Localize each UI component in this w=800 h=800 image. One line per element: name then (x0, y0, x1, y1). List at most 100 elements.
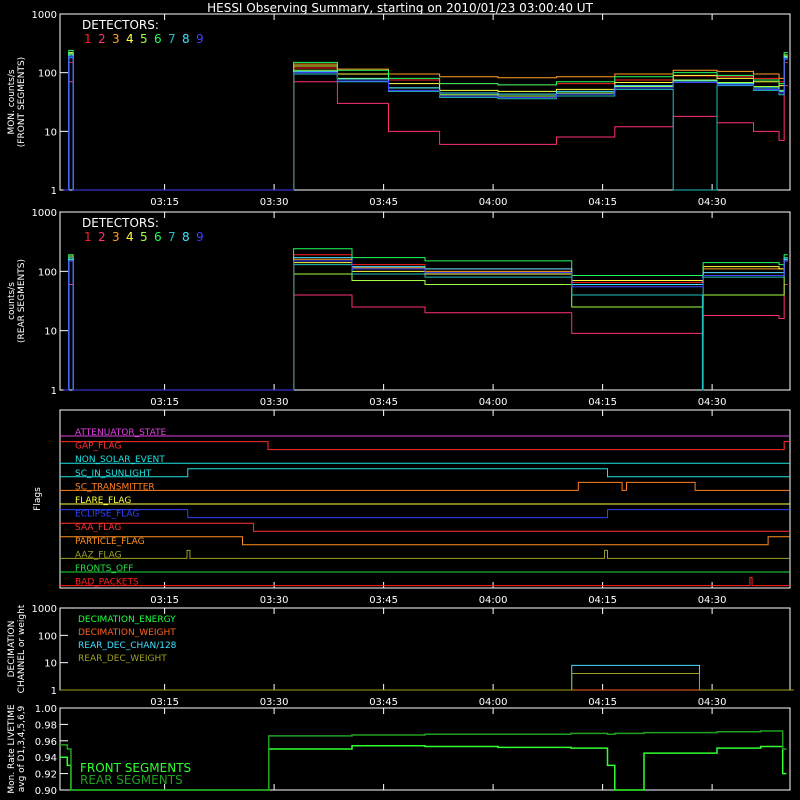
flags-xtick-label: 04:30 (698, 595, 727, 606)
decimation-series-3 (60, 664, 794, 691)
rear-series-6 (63, 248, 788, 391)
rear-legend-item-1: 1 (84, 230, 92, 244)
rear-series-7 (63, 257, 788, 391)
front-ylabel: MON. counts/s (7, 69, 17, 134)
livetime-ytick-label: 0.94 (35, 753, 57, 764)
front-xtick-label: 03:45 (369, 197, 398, 208)
flags-xtick-label: 03:30 (260, 595, 289, 606)
livetime-ytick-label: 0.96 (35, 737, 57, 748)
front-series-2 (63, 81, 788, 191)
livetime-ytick-label: 0.98 (35, 720, 57, 731)
decimation-legend-item: DECIMATION_ENERGY (78, 615, 176, 625)
rear-legend-item-4: 4 (126, 230, 134, 244)
flag-label: PARTICLE_FLAG (75, 537, 145, 547)
front-legend-item-8: 8 (182, 32, 190, 46)
rear-legend-title: DETECTORS: (82, 216, 159, 230)
flag-label: GAP_FLAG (75, 442, 121, 452)
livetime-ylabel: avg of D1,3,4,5,6,9 (17, 705, 27, 792)
decimation-xtick-label: 04:30 (698, 697, 727, 708)
decimation-ytick-label: 100 (38, 631, 57, 642)
decimation-legend-item: REAR_DEC_CHAN/128 (78, 641, 177, 651)
rear-legend-item-6: 6 (154, 230, 162, 244)
front-legend-item-4: 4 (126, 32, 134, 46)
livetime-legend-item: REAR SEGMENTS (80, 773, 183, 787)
front-ylabel: (FRONT SEGMENTS) (17, 57, 27, 147)
front-ytick-label: 1000 (32, 10, 57, 21)
flags-xtick-label: 04:15 (588, 595, 617, 606)
decimation-series-4 (60, 673, 794, 691)
flags-ylabel: Flags (33, 487, 43, 511)
front-legend-item-3: 3 (112, 32, 120, 46)
flags-xtick-label: 04:00 (479, 595, 508, 606)
rear-series-2 (63, 283, 788, 391)
flag-line (60, 536, 790, 546)
front-xtick-label: 04:15 (588, 197, 617, 208)
decimation-xtick-label: 04:15 (588, 697, 617, 708)
livetime-ytick-label: 0.92 (35, 770, 57, 781)
flag-line (60, 509, 790, 519)
front-legend-item-9: 9 (196, 32, 204, 46)
flags-frame (59, 409, 791, 589)
decimation-ytick-label: 1000 (32, 604, 57, 615)
decimation-ytick-label: 10 (44, 659, 57, 670)
flag-line (60, 577, 790, 587)
front-ytick-label: 1 (51, 186, 57, 197)
front-ytick-label: 10 (44, 127, 57, 138)
front-xtick-label: 04:00 (479, 197, 508, 208)
livetime-ylabel: Mon. Rate LIVETIME (7, 704, 17, 794)
rear-series-3 (63, 255, 788, 391)
front-xtick-label: 03:30 (260, 197, 289, 208)
rear-series-5 (63, 258, 788, 391)
figure: HESSI Observing Summary, starting on 201… (7, 1, 794, 797)
rear-ytick-label: 10 (44, 327, 57, 338)
flag-label: SAA_FLAG (75, 523, 121, 533)
rear-ytick-label: 1 (51, 386, 57, 397)
rear-legend-item-8: 8 (182, 230, 190, 244)
flag-label: ECLIPSE_FLAG (75, 510, 139, 520)
front-legend-item-2: 2 (98, 32, 106, 46)
decimation-xtick-label: 03:15 (150, 697, 179, 708)
front-xtick-label: 03:15 (150, 197, 179, 208)
rear-legend-item-9: 9 (196, 230, 204, 244)
decimation-ytick-label: 1 (51, 686, 57, 697)
decimation-xtick-label: 04:00 (479, 697, 508, 708)
decimation-legend-item: REAR_DEC_WEIGHT (78, 654, 167, 664)
decimation-ylabel: DECIMATION (7, 621, 17, 678)
rear-xtick-label: 03:45 (369, 397, 398, 408)
flag-line (60, 468, 790, 478)
rear-xtick-label: 04:30 (698, 397, 727, 408)
front-series-6 (63, 49, 788, 191)
rear-xtick-label: 03:15 (150, 397, 179, 408)
flag-line (60, 522, 790, 532)
front-legend-item-7: 7 (168, 32, 176, 46)
flag-line (60, 481, 790, 491)
flag-line (60, 441, 790, 451)
decimation-ylabel: CHANNEL or weight (17, 604, 27, 693)
front-ytick-label: 100 (38, 69, 57, 80)
rear-xtick-label: 04:00 (479, 397, 508, 408)
rear-legend-item-7: 7 (168, 230, 176, 244)
rear-legend-item-5: 5 (140, 230, 148, 244)
front-series-7 (63, 57, 788, 191)
chart-title: HESSI Observing Summary, starting on 201… (207, 1, 593, 15)
rear-xtick-label: 03:30 (260, 397, 289, 408)
rear-ytick-label: 100 (38, 267, 57, 278)
livetime-ytick-label: 0.90 (35, 786, 57, 797)
rear-legend-item-3: 3 (112, 230, 120, 244)
front-xtick-label: 04:30 (698, 197, 727, 208)
decimation-xtick-label: 03:45 (369, 697, 398, 708)
rear-xtick-label: 04:15 (588, 397, 617, 408)
front-legend-title: DETECTORS: (82, 18, 159, 32)
rear-ytick-label: 1000 (32, 208, 57, 219)
front-series-4 (63, 52, 788, 191)
rear-ylabel: (REAR SEGMENTS) (17, 259, 27, 343)
rear-legend-item-2: 2 (98, 230, 106, 244)
livetime-ytick-label: 1.00 (35, 704, 57, 715)
flags-xtick-label: 03:45 (369, 595, 398, 606)
flag-line (60, 549, 790, 559)
flags-xtick-label: 03:15 (150, 595, 179, 606)
front-legend-item-1: 1 (84, 32, 92, 46)
decimation-xtick-label: 03:30 (260, 697, 289, 708)
rear-ylabel: counts/s (7, 282, 17, 320)
rear-series-4 (63, 258, 788, 391)
